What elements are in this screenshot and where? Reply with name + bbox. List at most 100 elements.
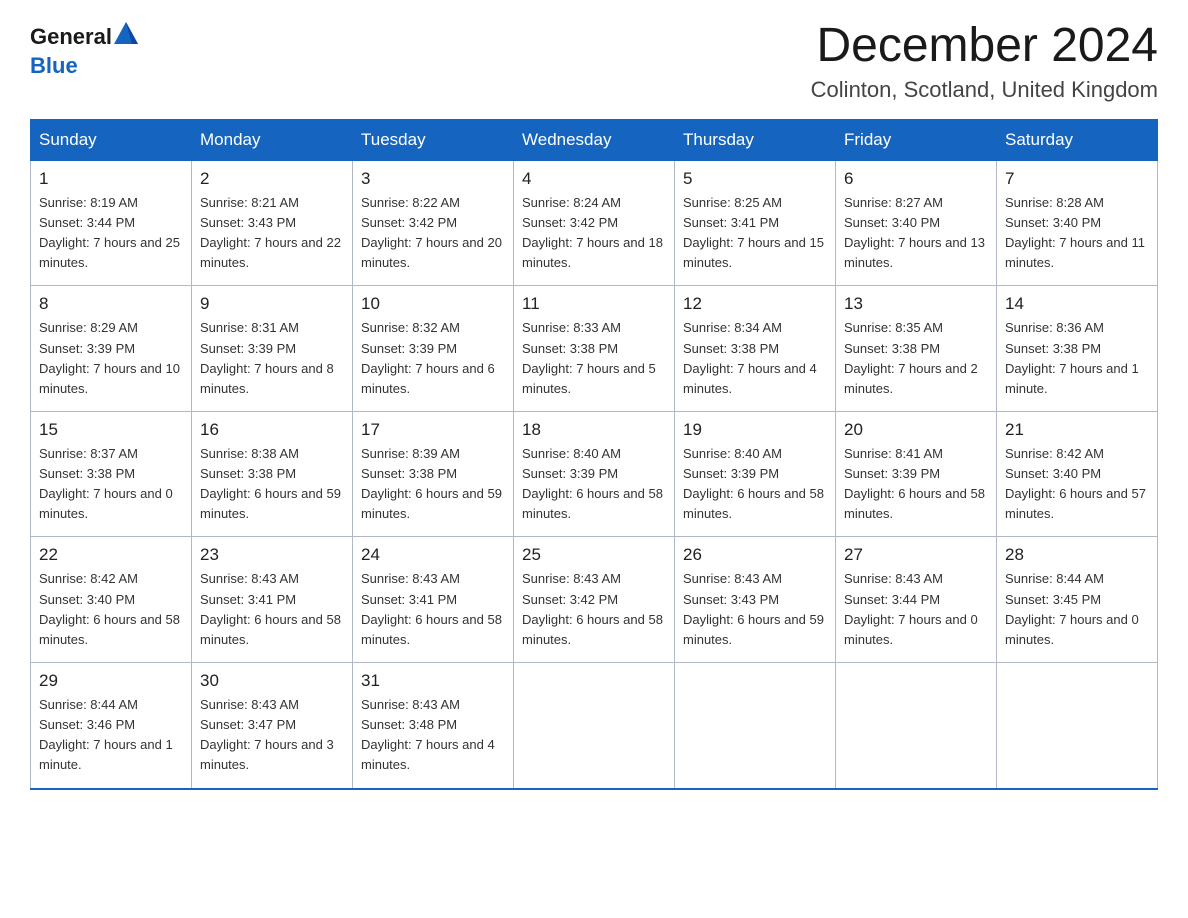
day-number: 21: [1005, 420, 1149, 440]
day-number: 1: [39, 169, 183, 189]
table-row: 2 Sunrise: 8:21 AMSunset: 3:43 PMDayligh…: [192, 160, 353, 286]
table-row: 1 Sunrise: 8:19 AMSunset: 3:44 PMDayligh…: [31, 160, 192, 286]
day-number: 26: [683, 545, 827, 565]
day-info: Sunrise: 8:32 AMSunset: 3:39 PMDaylight:…: [361, 318, 505, 399]
day-info: Sunrise: 8:40 AMSunset: 3:39 PMDaylight:…: [683, 444, 827, 525]
day-number: 27: [844, 545, 988, 565]
day-info: Sunrise: 8:40 AMSunset: 3:39 PMDaylight:…: [522, 444, 666, 525]
calendar-week-row: 22 Sunrise: 8:42 AMSunset: 3:40 PMDaylig…: [31, 537, 1158, 663]
table-row: 9 Sunrise: 8:31 AMSunset: 3:39 PMDayligh…: [192, 286, 353, 412]
table-row: 31 Sunrise: 8:43 AMSunset: 3:48 PMDaylig…: [353, 663, 514, 789]
day-number: 24: [361, 545, 505, 565]
day-number: 9: [200, 294, 344, 314]
day-number: 25: [522, 545, 666, 565]
day-number: 2: [200, 169, 344, 189]
col-saturday: Saturday: [997, 119, 1158, 160]
day-number: 29: [39, 671, 183, 691]
logo-text-blue: Blue: [30, 53, 78, 79]
calendar-week-row: 15 Sunrise: 8:37 AMSunset: 3:38 PMDaylig…: [31, 411, 1158, 537]
day-info: Sunrise: 8:38 AMSunset: 3:38 PMDaylight:…: [200, 444, 344, 525]
table-row: 19 Sunrise: 8:40 AMSunset: 3:39 PMDaylig…: [675, 411, 836, 537]
day-number: 30: [200, 671, 344, 691]
table-row: [836, 663, 997, 789]
table-row: 15 Sunrise: 8:37 AMSunset: 3:38 PMDaylig…: [31, 411, 192, 537]
table-row: 23 Sunrise: 8:43 AMSunset: 3:41 PMDaylig…: [192, 537, 353, 663]
calendar-week-row: 29 Sunrise: 8:44 AMSunset: 3:46 PMDaylig…: [31, 663, 1158, 789]
col-wednesday: Wednesday: [514, 119, 675, 160]
day-info: Sunrise: 8:24 AMSunset: 3:42 PMDaylight:…: [522, 193, 666, 274]
table-row: 5 Sunrise: 8:25 AMSunset: 3:41 PMDayligh…: [675, 160, 836, 286]
day-number: 11: [522, 294, 666, 314]
table-row: 18 Sunrise: 8:40 AMSunset: 3:39 PMDaylig…: [514, 411, 675, 537]
day-info: Sunrise: 8:41 AMSunset: 3:39 PMDaylight:…: [844, 444, 988, 525]
table-row: [675, 663, 836, 789]
day-info: Sunrise: 8:44 AMSunset: 3:46 PMDaylight:…: [39, 695, 183, 776]
day-number: 4: [522, 169, 666, 189]
day-info: Sunrise: 8:43 AMSunset: 3:48 PMDaylight:…: [361, 695, 505, 776]
page-header: General Blue December 2024 Colinton, Sco…: [30, 20, 1158, 103]
col-friday: Friday: [836, 119, 997, 160]
day-number: 8: [39, 294, 183, 314]
day-info: Sunrise: 8:28 AMSunset: 3:40 PMDaylight:…: [1005, 193, 1149, 274]
table-row: 25 Sunrise: 8:43 AMSunset: 3:42 PMDaylig…: [514, 537, 675, 663]
day-number: 17: [361, 420, 505, 440]
day-number: 22: [39, 545, 183, 565]
table-row: 4 Sunrise: 8:24 AMSunset: 3:42 PMDayligh…: [514, 160, 675, 286]
col-sunday: Sunday: [31, 119, 192, 160]
calendar-title: December 2024: [811, 20, 1158, 73]
table-row: 3 Sunrise: 8:22 AMSunset: 3:42 PMDayligh…: [353, 160, 514, 286]
day-number: 12: [683, 294, 827, 314]
day-number: 31: [361, 671, 505, 691]
table-row: 11 Sunrise: 8:33 AMSunset: 3:38 PMDaylig…: [514, 286, 675, 412]
day-number: 7: [1005, 169, 1149, 189]
logo-icon: [112, 20, 140, 53]
day-number: 5: [683, 169, 827, 189]
day-info: Sunrise: 8:29 AMSunset: 3:39 PMDaylight:…: [39, 318, 183, 399]
table-row: 12 Sunrise: 8:34 AMSunset: 3:38 PMDaylig…: [675, 286, 836, 412]
logo: General Blue: [30, 20, 140, 79]
day-number: 16: [200, 420, 344, 440]
table-row: 21 Sunrise: 8:42 AMSunset: 3:40 PMDaylig…: [997, 411, 1158, 537]
day-info: Sunrise: 8:36 AMSunset: 3:38 PMDaylight:…: [1005, 318, 1149, 399]
table-row: 22 Sunrise: 8:42 AMSunset: 3:40 PMDaylig…: [31, 537, 192, 663]
day-info: Sunrise: 8:37 AMSunset: 3:38 PMDaylight:…: [39, 444, 183, 525]
table-row: [514, 663, 675, 789]
day-number: 15: [39, 420, 183, 440]
table-row: 20 Sunrise: 8:41 AMSunset: 3:39 PMDaylig…: [836, 411, 997, 537]
table-row: 28 Sunrise: 8:44 AMSunset: 3:45 PMDaylig…: [997, 537, 1158, 663]
day-info: Sunrise: 8:42 AMSunset: 3:40 PMDaylight:…: [39, 569, 183, 650]
day-info: Sunrise: 8:43 AMSunset: 3:42 PMDaylight:…: [522, 569, 666, 650]
day-info: Sunrise: 8:43 AMSunset: 3:44 PMDaylight:…: [844, 569, 988, 650]
day-number: 14: [1005, 294, 1149, 314]
day-info: Sunrise: 8:39 AMSunset: 3:38 PMDaylight:…: [361, 444, 505, 525]
day-number: 23: [200, 545, 344, 565]
day-info: Sunrise: 8:35 AMSunset: 3:38 PMDaylight:…: [844, 318, 988, 399]
calendar-table: Sunday Monday Tuesday Wednesday Thursday…: [30, 119, 1158, 790]
table-row: 8 Sunrise: 8:29 AMSunset: 3:39 PMDayligh…: [31, 286, 192, 412]
calendar-header-row: Sunday Monday Tuesday Wednesday Thursday…: [31, 119, 1158, 160]
table-row: 13 Sunrise: 8:35 AMSunset: 3:38 PMDaylig…: [836, 286, 997, 412]
day-info: Sunrise: 8:43 AMSunset: 3:43 PMDaylight:…: [683, 569, 827, 650]
day-info: Sunrise: 8:43 AMSunset: 3:47 PMDaylight:…: [200, 695, 344, 776]
logo-text-general: General: [30, 24, 112, 50]
day-info: Sunrise: 8:42 AMSunset: 3:40 PMDaylight:…: [1005, 444, 1149, 525]
day-info: Sunrise: 8:31 AMSunset: 3:39 PMDaylight:…: [200, 318, 344, 399]
day-info: Sunrise: 8:44 AMSunset: 3:45 PMDaylight:…: [1005, 569, 1149, 650]
col-tuesday: Tuesday: [353, 119, 514, 160]
table-row: 14 Sunrise: 8:36 AMSunset: 3:38 PMDaylig…: [997, 286, 1158, 412]
day-info: Sunrise: 8:34 AMSunset: 3:38 PMDaylight:…: [683, 318, 827, 399]
day-number: 18: [522, 420, 666, 440]
table-row: 26 Sunrise: 8:43 AMSunset: 3:43 PMDaylig…: [675, 537, 836, 663]
table-row: 24 Sunrise: 8:43 AMSunset: 3:41 PMDaylig…: [353, 537, 514, 663]
table-row: 29 Sunrise: 8:44 AMSunset: 3:46 PMDaylig…: [31, 663, 192, 789]
calendar-subtitle: Colinton, Scotland, United Kingdom: [811, 77, 1158, 103]
table-row: 30 Sunrise: 8:43 AMSunset: 3:47 PMDaylig…: [192, 663, 353, 789]
day-number: 13: [844, 294, 988, 314]
title-area: December 2024 Colinton, Scotland, United…: [811, 20, 1158, 103]
calendar-week-row: 1 Sunrise: 8:19 AMSunset: 3:44 PMDayligh…: [31, 160, 1158, 286]
table-row: 10 Sunrise: 8:32 AMSunset: 3:39 PMDaylig…: [353, 286, 514, 412]
day-info: Sunrise: 8:25 AMSunset: 3:41 PMDaylight:…: [683, 193, 827, 274]
day-info: Sunrise: 8:43 AMSunset: 3:41 PMDaylight:…: [361, 569, 505, 650]
day-number: 3: [361, 169, 505, 189]
day-number: 6: [844, 169, 988, 189]
